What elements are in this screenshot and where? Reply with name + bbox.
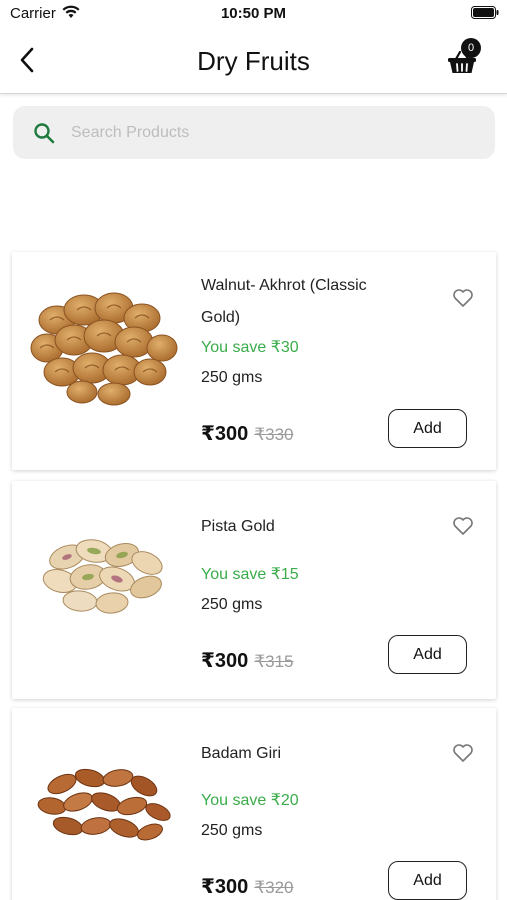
product-original-price: ₹330 (254, 425, 294, 444)
add-button[interactable]: Add (388, 861, 467, 900)
search-icon (34, 123, 55, 144)
price-row: ₹300 ₹330 (201, 421, 293, 446)
nav-bar: Dry Fruits 0 (0, 28, 507, 94)
cart-count-badge: 0 (461, 38, 481, 58)
pistachio-image (42, 539, 163, 614)
almond-image (37, 768, 171, 841)
product-savings: You save ₹30 (201, 339, 299, 356)
product-card[interactable]: Pista Gold You save ₹15 250 gms ₹300 ₹315… (12, 481, 496, 699)
add-button[interactable]: Add (388, 635, 467, 674)
product-original-price: ₹320 (254, 878, 294, 897)
heart-icon[interactable] (452, 288, 474, 308)
search-box[interactable] (13, 106, 495, 159)
heart-icon[interactable] (452, 743, 474, 763)
product-weight: 250 gms (201, 822, 263, 839)
product-weight: 250 gms (201, 596, 263, 613)
price-row: ₹300 ₹320 (201, 874, 293, 899)
product-weight: 250 gms (201, 369, 263, 386)
product-original-price: ₹315 (254, 652, 294, 671)
product-savings: You save ₹20 (201, 792, 299, 809)
heart-icon[interactable] (452, 516, 474, 536)
add-button[interactable]: Add (388, 409, 467, 448)
search-input[interactable] (71, 118, 471, 148)
product-price: ₹300 (201, 650, 249, 672)
product-savings: You save ₹15 (201, 566, 299, 583)
product-price: ₹300 (201, 423, 249, 445)
product-name: Pista Gold (201, 518, 275, 535)
product-name: Walnut- Akhrot (Classic Gold) (201, 277, 367, 326)
product-name: Badam Giri (201, 745, 282, 762)
status-time: 10:50 PM (220, 5, 287, 22)
walnut-image (30, 292, 178, 406)
price-row: ₹300 ₹315 (201, 648, 293, 673)
product-card[interactable]: Badam Giri You save ₹20 250 gms ₹300 ₹320… (12, 708, 496, 900)
cart-button[interactable]: 0 (447, 38, 487, 80)
page-title: Dry Fruits (197, 46, 310, 76)
battery-icon (471, 6, 499, 19)
product-price: ₹300 (201, 876, 249, 898)
product-card[interactable]: Walnut- Akhrot (Classic Gold) You save ₹… (12, 252, 496, 470)
status-bar: Carrier 10:50 PM (0, 0, 507, 28)
